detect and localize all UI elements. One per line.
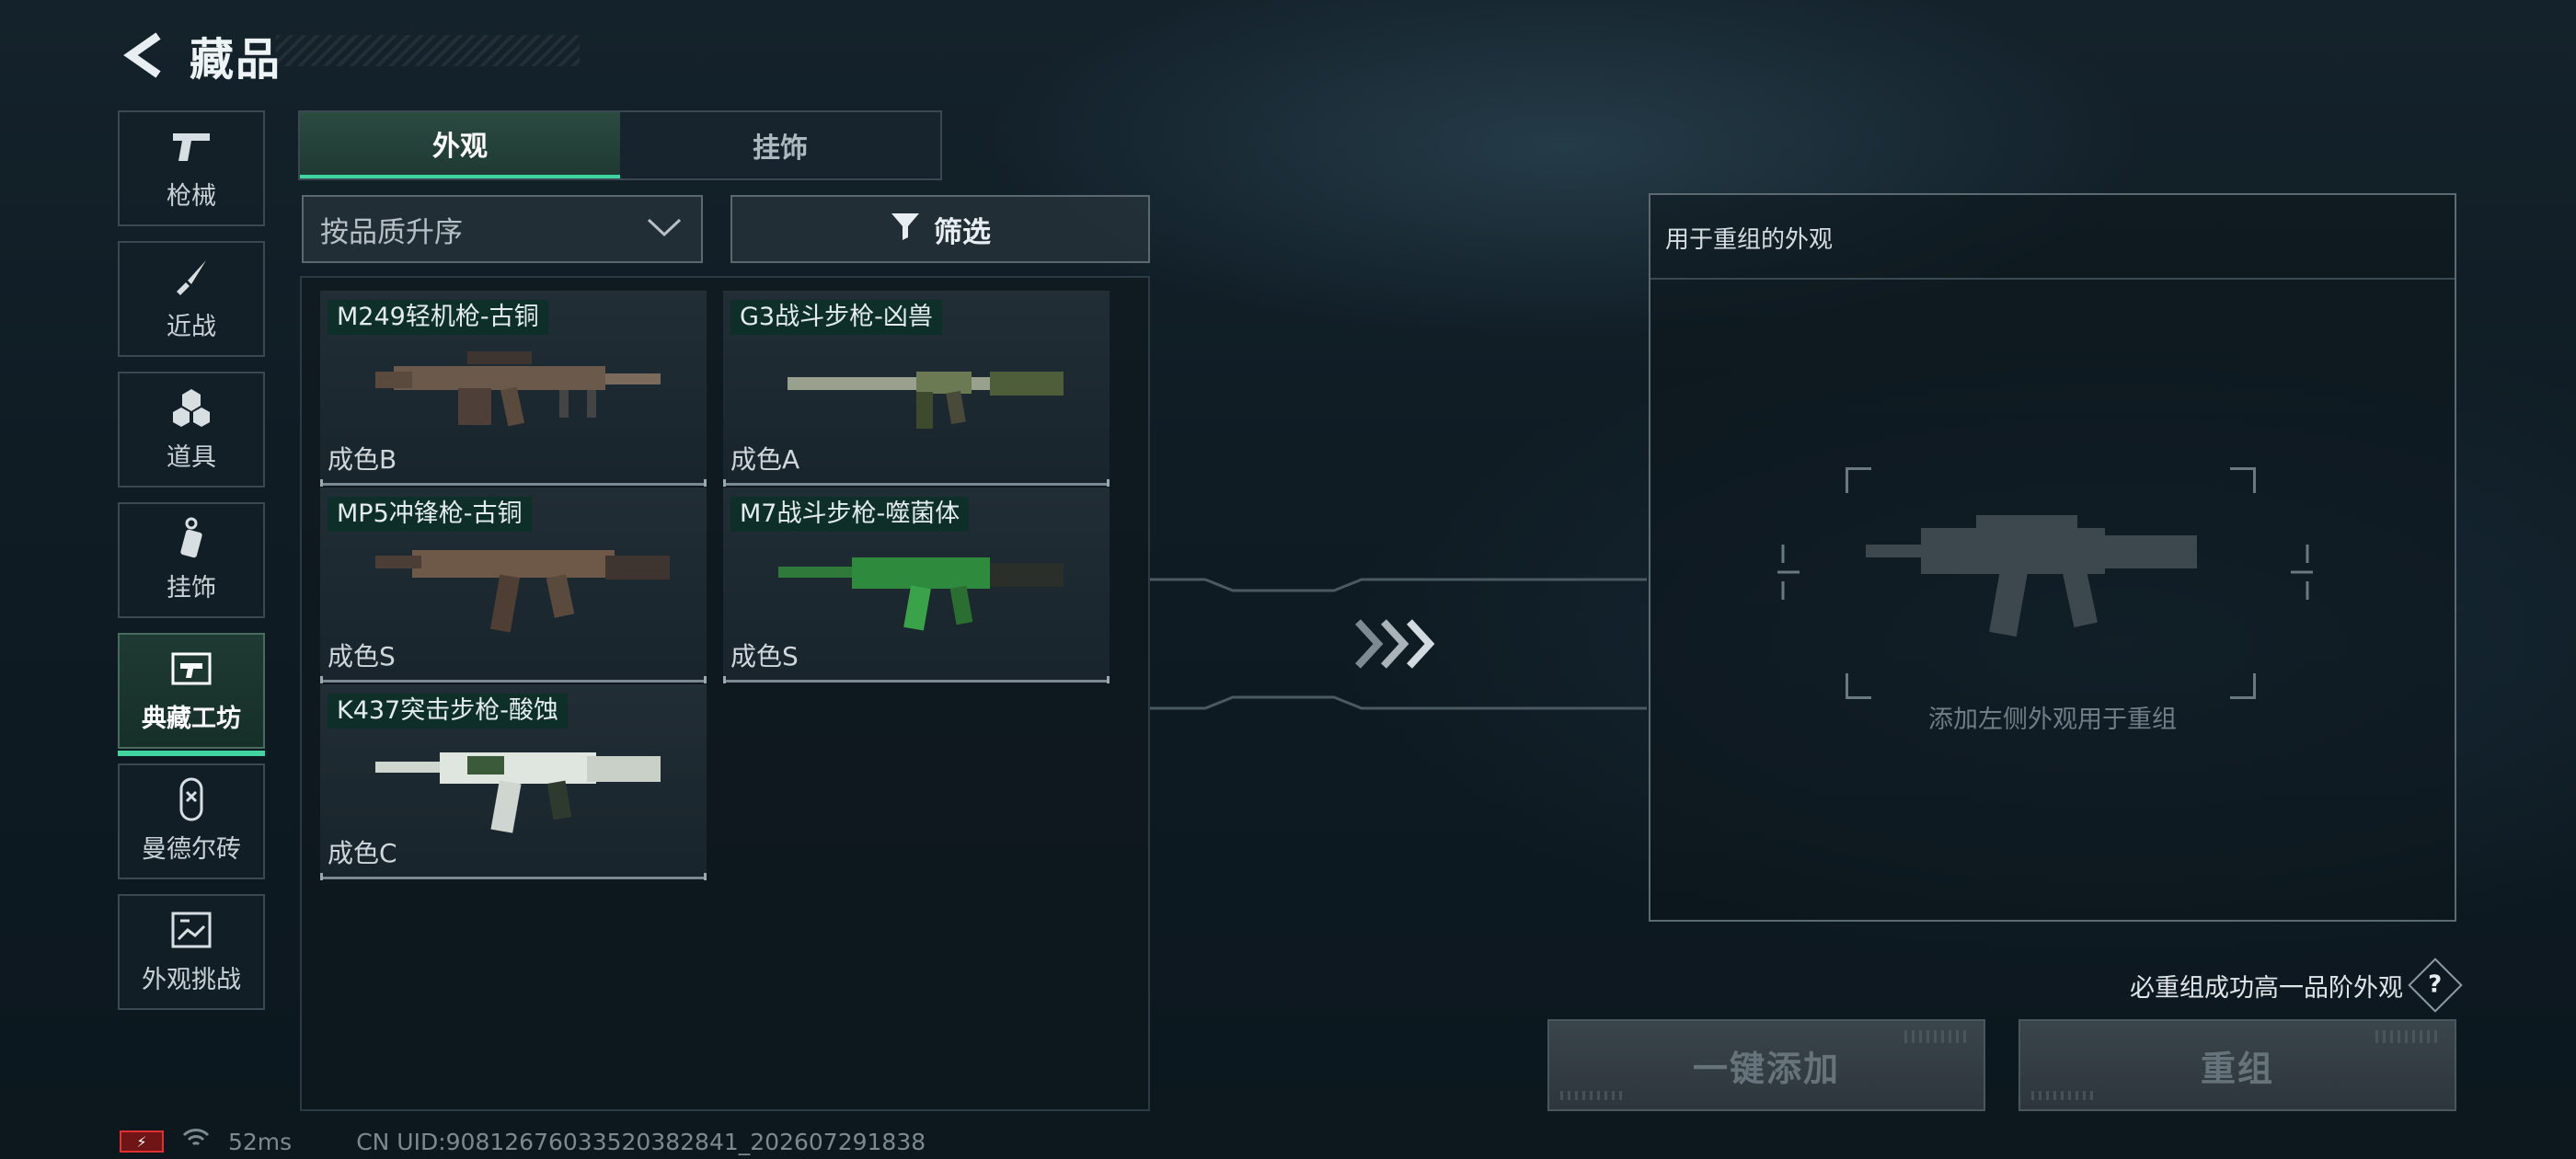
- sidebar-item-mandel-brick[interactable]: 曼德尔砖: [118, 763, 265, 879]
- skin-card[interactable]: G3战斗步枪-凶兽 成色A: [723, 291, 1110, 487]
- challenge-icon: [171, 910, 212, 950]
- button-deco: [2031, 1091, 2096, 1100]
- k437-acid-gun-icon: [375, 752, 661, 833]
- sidebar-item-firearms[interactable]: 枪械: [118, 110, 265, 226]
- page-title: 藏品: [190, 34, 282, 86]
- card-underline: [320, 676, 707, 683]
- add-all-label: 一键添加: [1692, 1048, 1840, 1089]
- skin-card[interactable]: M249轻机枪-古铜 成色B: [320, 291, 707, 487]
- card-underline: [723, 676, 1110, 683]
- m7-phage-gun-icon: [778, 557, 1064, 631]
- brick-icon: [171, 777, 212, 820]
- skin-name: M249轻机枪-古铜: [328, 300, 548, 335]
- button-deco: [1904, 1030, 1969, 1043]
- bracket-tl: [1846, 467, 1871, 493]
- card-underline: [723, 479, 1110, 487]
- sidebar-item-skin-challenge[interactable]: 外观挑战: [118, 894, 265, 1010]
- skin-grade: 成色C: [328, 838, 397, 868]
- pistol-icon: [171, 126, 212, 166]
- skin-card[interactable]: M7战斗步枪-噬菌体 成色S: [723, 488, 1110, 683]
- skin-card[interactable]: MP5冲锋枪-古铜 成色S: [320, 488, 707, 683]
- skin-card[interactable]: K437突击步枪-酸蚀 成色C: [320, 684, 707, 880]
- add-all-button[interactable]: 一键添加: [1547, 1019, 1985, 1111]
- m249-bronze-gun-icon: [375, 351, 661, 427]
- skin-grid: M249轻机枪-古铜 成色B G3战斗步枪-凶兽 成色A MP5冲锋枪-古铜 成…: [300, 276, 1150, 1111]
- bracket-bl: [1846, 673, 1871, 699]
- divider: [1650, 278, 2455, 280]
- skin-name: MP5冲锋枪-古铜: [328, 497, 532, 532]
- grenade-icon: [171, 387, 212, 428]
- workshop-icon: [171, 648, 212, 689]
- recombine-panel: 用于重组的外观 添加左侧外观用于重组: [1649, 193, 2456, 922]
- tab-skins[interactable]: 外观: [300, 112, 620, 178]
- card-underline: [320, 479, 707, 487]
- bracket-br: [2230, 673, 2256, 699]
- title-decoration: [276, 35, 580, 66]
- recombine-hint: 添加左侧外观用于重组: [1928, 706, 2177, 734]
- tab-charms[interactable]: 挂饰: [620, 112, 940, 178]
- sidebar-item-label: 道具: [167, 442, 216, 472]
- sidebar-item-label: 外观挑战: [142, 965, 241, 994]
- sidebar-item-label: 典藏工坊: [142, 704, 241, 733]
- skin-name: K437突击步枪-酸蚀: [328, 694, 568, 729]
- wifi-icon: [182, 1128, 210, 1155]
- recombine-label: 重组: [2200, 1048, 2274, 1089]
- skin-name: M7战斗步枪-噬菌体: [730, 497, 970, 532]
- category-tabs: 外观 挂饰: [298, 110, 942, 180]
- knife-icon: [171, 257, 212, 297]
- sidebar-item-label: 挂饰: [167, 573, 216, 602]
- side-tick-right: [2291, 545, 2313, 600]
- sidebar: 枪械 近战 道具 挂饰 典藏工坊 曼德尔砖 外观挑战: [118, 110, 265, 1025]
- g3-beast-gun-icon: [788, 372, 1064, 429]
- filter-icon: [890, 210, 921, 248]
- guarantee-note: 必重组成功高一品阶外观 ?: [2130, 958, 2463, 1013]
- recombine-button[interactable]: 重组: [2018, 1019, 2456, 1111]
- battery-icon: ⚡: [120, 1130, 164, 1153]
- recombine-title: 用于重组的外观: [1665, 226, 1834, 254]
- skin-grade: 成色B: [328, 444, 397, 475]
- sidebar-item-melee[interactable]: 近战: [118, 241, 265, 357]
- mp5-bronze-gun-icon: [375, 550, 670, 633]
- skin-grade: 成色S: [730, 641, 799, 671]
- skin-name: G3战斗步枪-凶兽: [730, 300, 942, 335]
- filter-label: 筛选: [934, 215, 991, 249]
- ping-text: 52ms: [228, 1128, 293, 1155]
- sidebar-item-label: 近战: [167, 312, 216, 341]
- bracket-tr: [2230, 467, 2256, 493]
- sidebar-item-charms[interactable]: 挂饰: [118, 502, 265, 618]
- rifle-placeholder-icon: [1866, 515, 2197, 637]
- filter-button[interactable]: 筛选: [730, 195, 1150, 263]
- sidebar-item-label: 曼德尔砖: [142, 834, 241, 864]
- skin-grade: 成色S: [328, 641, 396, 671]
- uid-text: CN UID:90812676033520382841_202607291838: [356, 1128, 926, 1155]
- chevron-right-icon: [1352, 618, 1441, 670]
- help-icon[interactable]: ?: [2408, 958, 2463, 1013]
- button-deco: [2375, 1030, 2440, 1043]
- button-deco: [1560, 1091, 1625, 1100]
- skin-grade: 成色A: [730, 444, 800, 475]
- status-bar: ⚡ 52ms CN UID:90812676033520382841_20260…: [120, 1128, 926, 1155]
- sidebar-item-label: 枪械: [167, 181, 216, 211]
- sort-dropdown[interactable]: 按品质升序: [302, 195, 703, 263]
- sidebar-item-items[interactable]: 道具: [118, 372, 265, 488]
- sort-value: 按品质升序: [320, 215, 463, 249]
- chevron-down-icon: [646, 212, 683, 246]
- sidebar-item-workshop[interactable]: 典藏工坊: [118, 633, 265, 756]
- charm-icon: [171, 517, 212, 558]
- back-arrow-icon[interactable]: [120, 30, 169, 80]
- guarantee-text: 必重组成功高一品阶外观: [2130, 973, 2403, 1003]
- side-tick-left: [1777, 545, 1800, 600]
- card-underline: [320, 873, 707, 880]
- header: 藏品: [120, 22, 282, 88]
